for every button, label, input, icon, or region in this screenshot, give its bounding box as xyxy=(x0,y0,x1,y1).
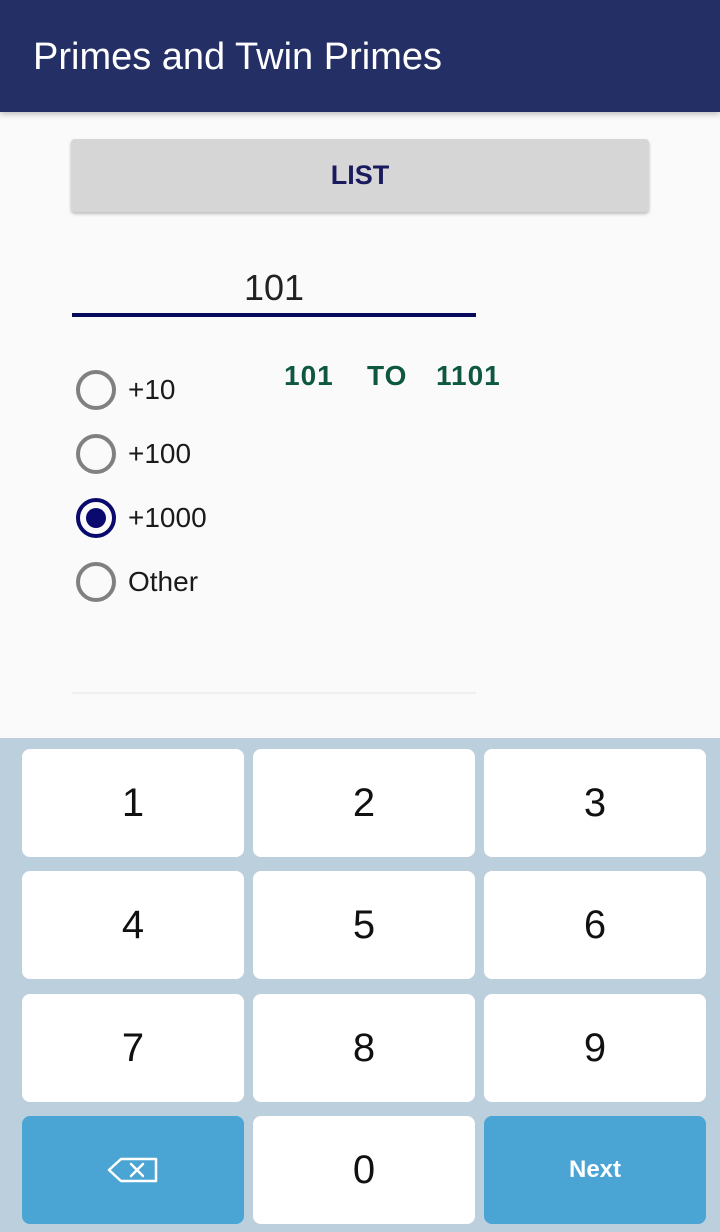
list-button[interactable]: LIST xyxy=(71,139,649,212)
key-3[interactable]: 3 xyxy=(484,749,706,857)
radio-plus-1000[interactable]: +1000 xyxy=(76,486,207,550)
radio-label: +10 xyxy=(128,374,176,405)
key-2[interactable]: 2 xyxy=(253,749,475,857)
app-title: Primes and Twin Primes xyxy=(33,36,442,78)
range-to-label: TO xyxy=(367,360,408,391)
radio-button[interactable] xyxy=(76,370,116,410)
range-from: 101 xyxy=(284,360,334,391)
radio-plus-100[interactable]: +100 xyxy=(76,422,207,486)
backspace-key[interactable] xyxy=(22,1116,244,1224)
numeric-keyboard: 1 2 3 4 5 6 7 8 9 0 Next xyxy=(0,738,720,1232)
other-input-underline[interactable] xyxy=(72,692,476,694)
backspace-icon xyxy=(107,1157,158,1183)
key-5[interactable]: 5 xyxy=(253,871,475,979)
radio-plus-10[interactable]: +10 xyxy=(76,358,207,422)
radio-other[interactable]: Other xyxy=(76,550,207,614)
radio-label: Other xyxy=(128,566,199,597)
radio-label: +1000 xyxy=(128,502,207,533)
key-4[interactable]: 4 xyxy=(22,871,244,979)
radio-label: +100 xyxy=(128,438,192,469)
key-7[interactable]: 7 xyxy=(22,994,244,1102)
increment-radio-group: +10 +100 +1000 Other xyxy=(76,358,207,614)
key-8[interactable]: 8 xyxy=(253,994,475,1102)
range-to: 1101 xyxy=(436,360,501,391)
key-9[interactable]: 9 xyxy=(484,994,706,1102)
app-bar: Primes and Twin Primes xyxy=(0,0,720,112)
start-number-input[interactable] xyxy=(72,262,476,317)
radio-button-checked[interactable] xyxy=(76,498,116,538)
key-6[interactable]: 6 xyxy=(484,871,706,979)
radio-button[interactable] xyxy=(76,434,116,474)
radio-button[interactable] xyxy=(76,562,116,602)
key-0[interactable]: 0 xyxy=(253,1116,475,1224)
next-key[interactable]: Next xyxy=(484,1116,706,1224)
key-1[interactable]: 1 xyxy=(22,749,244,857)
